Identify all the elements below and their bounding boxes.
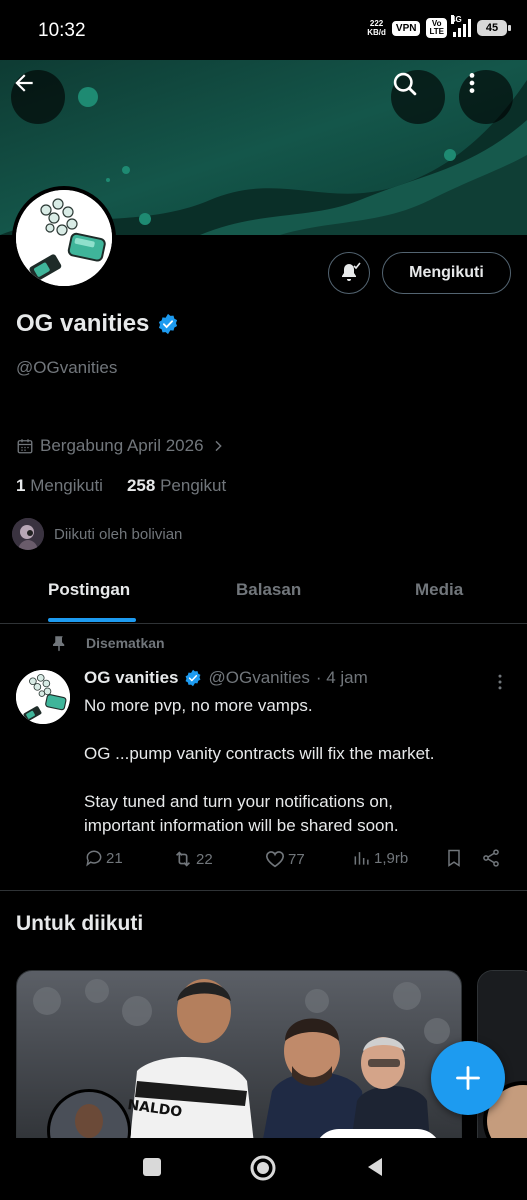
tab-media[interactable]: Media xyxy=(415,580,463,600)
share-button[interactable] xyxy=(481,848,501,868)
battery-icon: 45 xyxy=(477,20,511,36)
profile-avatar[interactable] xyxy=(12,186,116,290)
like-button[interactable]: 77 xyxy=(264,848,305,870)
reply-button[interactable]: 21 xyxy=(84,848,123,868)
bookmark-button[interactable] xyxy=(444,848,464,868)
tweet-actions: 21 22 77 1,9rb xyxy=(84,848,504,872)
more-vertical-icon xyxy=(469,73,475,93)
tweet-body[interactable]: No more pvp, no more vamps. OG ...pump v… xyxy=(84,694,514,838)
verified-badge-icon xyxy=(186,669,201,687)
tweet-time[interactable]: · 4 jam xyxy=(316,668,368,688)
tweet-line: OG ...pump vanity contracts will fix the… xyxy=(84,744,435,763)
retweet-icon xyxy=(175,851,191,867)
arrow-left-icon xyxy=(15,74,33,92)
tweet-line: important information will be shared soo… xyxy=(84,816,399,835)
who-to-follow-title: Untuk diikuti xyxy=(16,912,144,935)
volte-indicator: Vo LTE xyxy=(426,18,447,38)
back-button[interactable] xyxy=(11,70,65,124)
profile-handle: @OGvanities xyxy=(16,358,118,377)
followed-by[interactable]: Diikuti oleh bolivian xyxy=(12,518,182,550)
tweet-header: OG vanities @OGvanities · 4 jam xyxy=(84,668,504,688)
follow-stats: 1 Mengikuti 258 Pengikut xyxy=(16,476,226,496)
tweet-author-name[interactable]: OG vanities xyxy=(84,668,178,688)
pinned-label: Disematkan xyxy=(50,634,165,652)
profile-display-name: OG vanities xyxy=(16,310,179,338)
more-vertical-icon xyxy=(498,674,502,690)
home-button[interactable] xyxy=(249,1154,277,1187)
heart-icon xyxy=(265,851,285,868)
join-date[interactable]: Bergabung April 2026 xyxy=(16,436,226,456)
analytics-icon xyxy=(354,852,369,865)
tweet-author-avatar[interactable] xyxy=(16,670,70,724)
search-icon xyxy=(393,72,417,96)
tweet-author-handle[interactable]: @OGvanities xyxy=(208,668,309,688)
bookmark-icon xyxy=(448,849,460,867)
network-speed: 222 KB/d xyxy=(367,19,386,37)
bell-check-icon xyxy=(342,262,361,281)
section-divider xyxy=(0,890,527,891)
compose-post-button[interactable] xyxy=(431,1041,505,1115)
og-vanities-logo xyxy=(16,190,112,286)
plus-icon xyxy=(456,1066,480,1090)
profile-tabs: Postingan Balasan Media xyxy=(0,564,527,624)
pin-icon xyxy=(53,636,65,652)
tab-posts[interactable]: Postingan xyxy=(48,580,130,600)
active-tab-indicator xyxy=(48,618,136,622)
triangle-back-icon xyxy=(368,1158,382,1176)
retweet-button[interactable]: 22 xyxy=(172,848,213,870)
square-icon xyxy=(143,1158,161,1176)
chevron-right-icon xyxy=(215,440,222,452)
verified-badge-icon xyxy=(159,313,178,335)
search-button[interactable] xyxy=(391,70,445,124)
tab-replies[interactable]: Balasan xyxy=(236,580,301,600)
views-button[interactable]: 1,9rb xyxy=(352,848,408,868)
follower-avatar xyxy=(12,518,44,550)
circle-icon xyxy=(250,1155,276,1181)
status-time: 10:32 xyxy=(38,20,86,41)
followers-stat[interactable]: 258 Pengikut xyxy=(127,476,226,496)
tweet-line: No more pvp, no more vamps. xyxy=(84,696,313,715)
system-nav-bar xyxy=(0,1138,527,1200)
tweet-line xyxy=(84,766,514,790)
following-button[interactable]: Mengikuti xyxy=(382,252,511,294)
status-icons: 222 KB/d VPN Vo LTE 4G 45 xyxy=(367,15,511,38)
vpn-indicator: VPN xyxy=(391,20,421,36)
status-bar: 10:32 222 KB/d VPN Vo LTE 4G 45 xyxy=(0,0,527,60)
more-options-button[interactable] xyxy=(459,70,513,124)
signal-icon: 4G xyxy=(451,15,471,37)
notifications-button[interactable] xyxy=(328,252,370,294)
og-vanities-logo-small xyxy=(16,670,70,724)
recents-button[interactable] xyxy=(141,1156,163,1183)
tweet-line: Stay tuned and turn your notifications o… xyxy=(84,792,394,811)
following-stat[interactable]: 1 Mengikuti xyxy=(16,476,103,496)
reply-icon xyxy=(86,850,102,867)
share-icon xyxy=(483,849,499,867)
back-nav-button[interactable] xyxy=(364,1156,386,1183)
calendar-icon xyxy=(17,439,33,454)
tweet-line xyxy=(84,718,514,742)
